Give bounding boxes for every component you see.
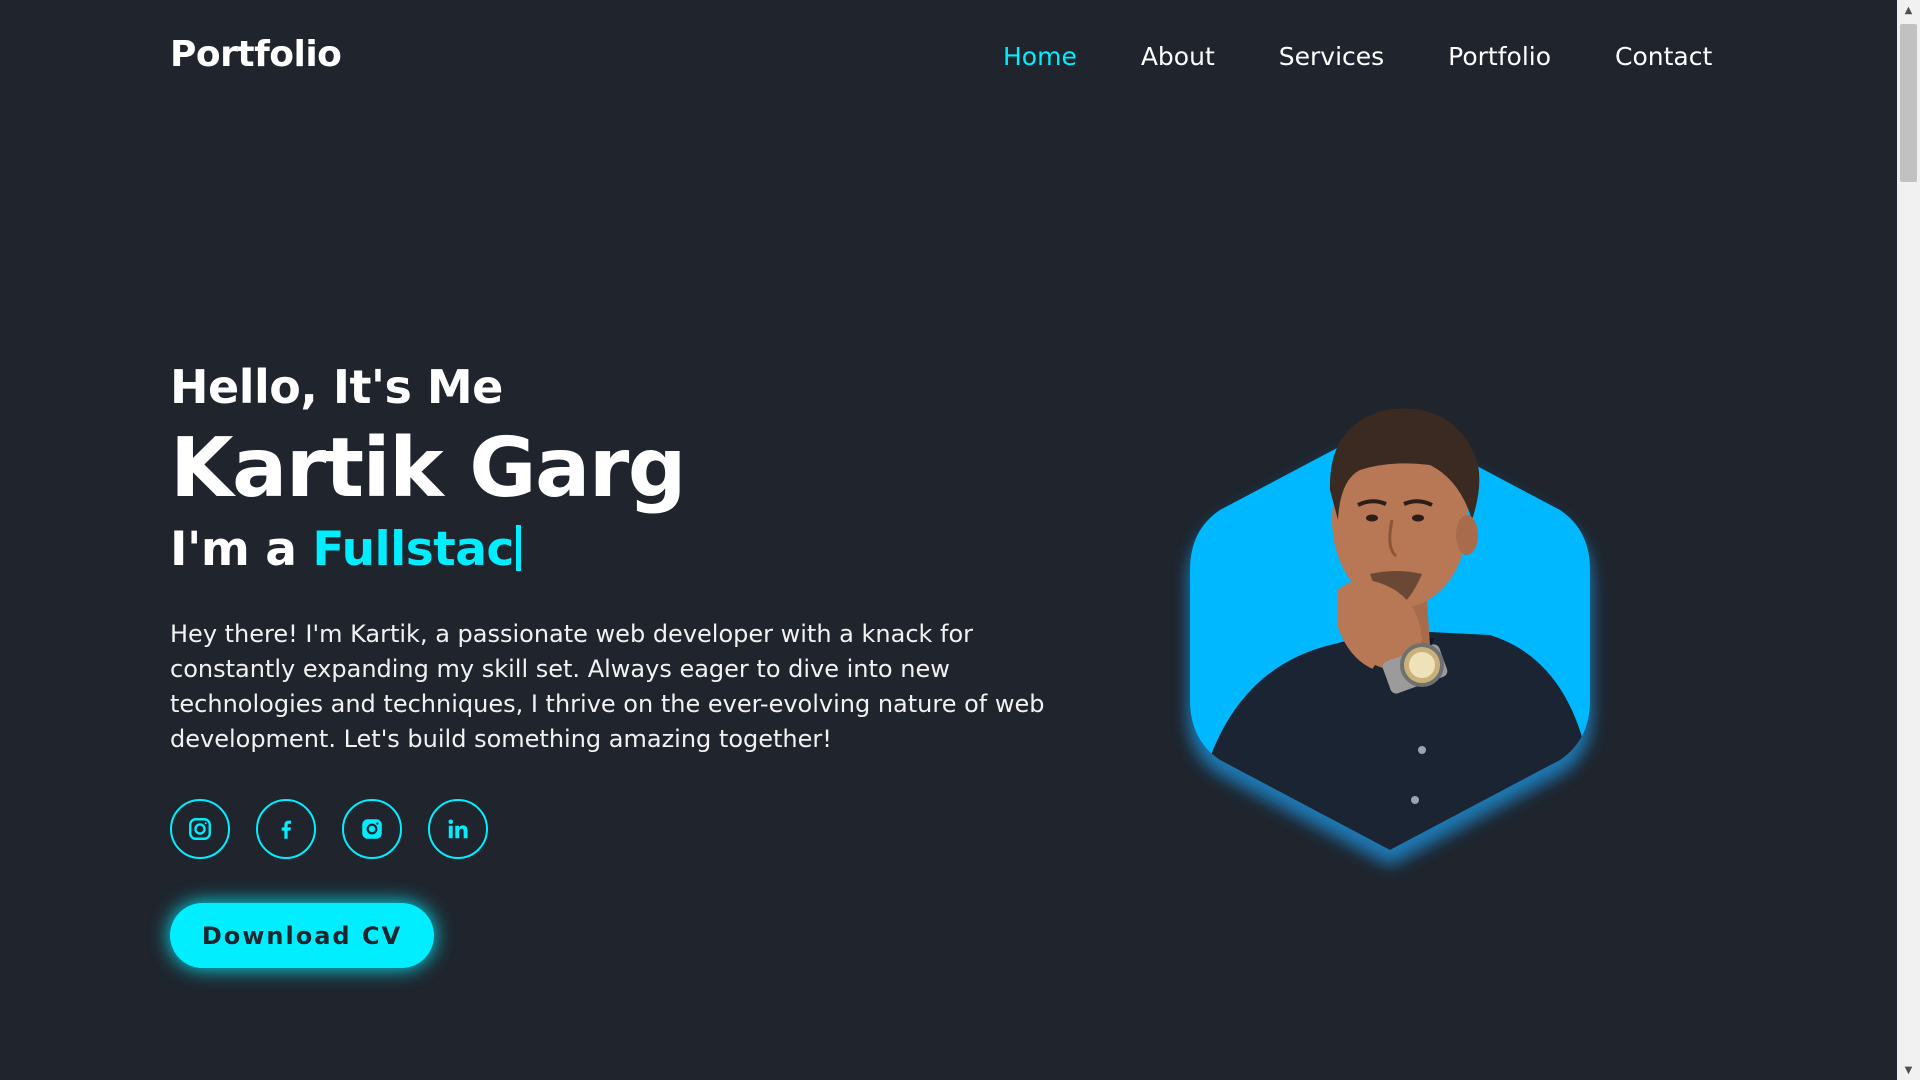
logo[interactable]: Portfolio	[170, 34, 342, 75]
scroll-thumb[interactable]	[1900, 24, 1917, 182]
linkedin-icon	[448, 819, 468, 839]
vertical-scrollbar[interactable]: ▲ ▼	[1897, 0, 1920, 1080]
main-nav: Home About Services Portfolio Contact	[1003, 42, 1712, 71]
page: Portfolio Home About Services Portfolio …	[0, 0, 1920, 1080]
nav-home[interactable]: Home	[1003, 42, 1077, 71]
bio-text: Hey there! I'm Kartik, a passionate web …	[170, 620, 1045, 754]
instagram-icon	[189, 818, 211, 841]
social-instagram-button[interactable]	[170, 799, 230, 860]
role-prefix: I'm a	[170, 522, 297, 578]
role-typed: Fullstac	[312, 522, 514, 578]
scroll-down-arrow-icon[interactable]: ▼	[1897, 1060, 1920, 1080]
scroll-up-arrow-icon[interactable]: ▲	[1897, 0, 1920, 20]
hero-content: Hello, It's Me Kartik Garg I'm a Fullsta…	[170, 360, 1070, 969]
social-links	[170, 799, 1070, 860]
site-header: Portfolio Home About Services Portfolio …	[0, 0, 1897, 116]
nav-about[interactable]: About	[1141, 42, 1215, 71]
nav-contact[interactable]: Contact	[1615, 42, 1712, 71]
social-instagram-alt-button[interactable]	[342, 799, 402, 860]
role-line: I'm a Fullstac	[170, 522, 1070, 577]
nav-services[interactable]: Services	[1279, 42, 1384, 71]
instagram-icon	[362, 819, 382, 839]
typing-caret	[515, 525, 521, 572]
nav-portfolio[interactable]: Portfolio	[1448, 42, 1551, 71]
social-facebook-button[interactable]	[256, 799, 316, 860]
hero-name: Kartik Garg	[170, 421, 686, 516]
facebook-icon	[281, 820, 292, 839]
social-linkedin-button[interactable]	[428, 799, 488, 860]
profile-portrait	[1188, 408, 1592, 866]
greeting: Hello, It's Me	[170, 360, 503, 414]
download-cv-button[interactable]: Download CV	[170, 903, 434, 969]
